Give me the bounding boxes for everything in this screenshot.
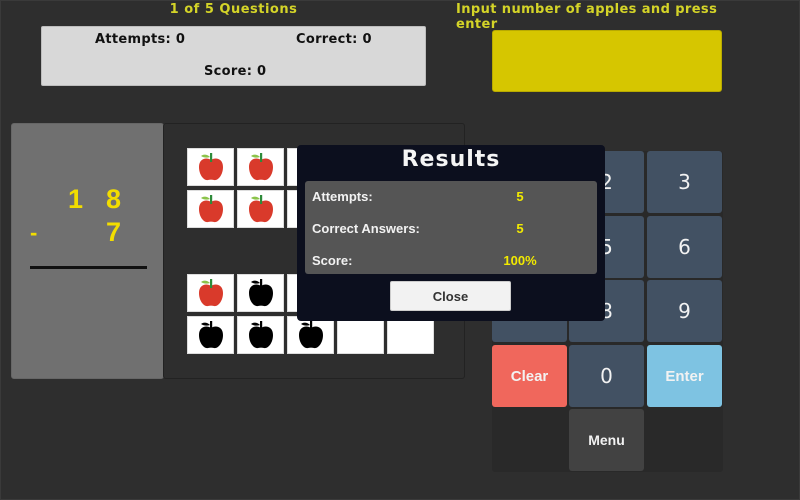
close-button[interactable]: Close — [390, 281, 511, 311]
black-apple-tile[interactable] — [187, 316, 234, 354]
answer-line — [30, 266, 147, 269]
correct-answers-label: Correct Answers: — [312, 221, 420, 236]
results-box: Attempts: 5 Correct Answers: 5 Score: 10… — [305, 181, 597, 274]
red-apple-tile[interactable] — [237, 190, 284, 228]
question-progress: 1 of 5 Questions — [169, 2, 298, 17]
correct-answers-value: 5 — [516, 221, 524, 236]
black-apple-tile[interactable] — [237, 316, 284, 354]
enter-button[interactable]: Enter — [647, 345, 722, 407]
attempts-stat: Attempts: 0 — [95, 32, 186, 47]
minuend-tens-digit: 1 — [68, 184, 84, 214]
black-apple-icon — [295, 319, 327, 351]
red-apple-tile[interactable] — [187, 190, 234, 228]
key-0[interactable]: 0 — [569, 345, 644, 407]
stats-box: Attempts: 0 Correct: 0 Score: 0 — [41, 26, 426, 86]
instruction-label: Input number of apples and press enter — [456, 2, 718, 32]
key-3[interactable]: 3 — [647, 151, 722, 213]
red-apple-tile[interactable] — [187, 148, 234, 186]
red-apple-icon — [245, 193, 277, 225]
black-apple-tile[interactable] — [237, 274, 284, 312]
red-apple-icon — [195, 193, 227, 225]
results-title: Results — [401, 147, 501, 172]
clear-button[interactable]: Clear — [492, 345, 567, 407]
empty-tile[interactable] — [387, 316, 434, 354]
score-stat: Score: 0 — [204, 64, 267, 79]
subtrahend-digit: 7 — [106, 217, 122, 247]
menu-button[interactable]: Menu — [569, 409, 644, 471]
black-apple-icon — [245, 319, 277, 351]
key-6[interactable]: 6 — [647, 216, 722, 278]
minus-operator: - — [30, 220, 38, 245]
score-value: 100% — [503, 253, 537, 268]
empty-tile[interactable] — [337, 316, 384, 354]
black-apple-icon — [195, 319, 227, 351]
correct-stat: Correct: 0 — [296, 32, 372, 47]
red-apple-tile[interactable] — [237, 148, 284, 186]
results-modal: Results Attempts: 5 Correct Answers: 5 S… — [297, 145, 605, 321]
black-apple-tile[interactable] — [287, 316, 334, 354]
attempts-label: Attempts: — [312, 189, 373, 204]
problem-panel: 1 8 - 7 — [11, 123, 164, 379]
red-apple-icon — [195, 151, 227, 183]
key-9[interactable]: 9 — [647, 280, 722, 342]
score-label: Score: — [312, 253, 353, 268]
minuend-ones-digit: 8 — [106, 184, 122, 214]
game-screen: 1 of 5 Questions Attempts: 0 Correct: 0 … — [0, 0, 800, 500]
black-apple-icon — [245, 277, 277, 309]
red-apple-tile[interactable] — [187, 274, 234, 312]
answer-input[interactable] — [492, 30, 722, 92]
attempts-value: 5 — [516, 189, 524, 204]
red-apple-icon — [245, 151, 277, 183]
red-apple-icon — [195, 277, 227, 309]
